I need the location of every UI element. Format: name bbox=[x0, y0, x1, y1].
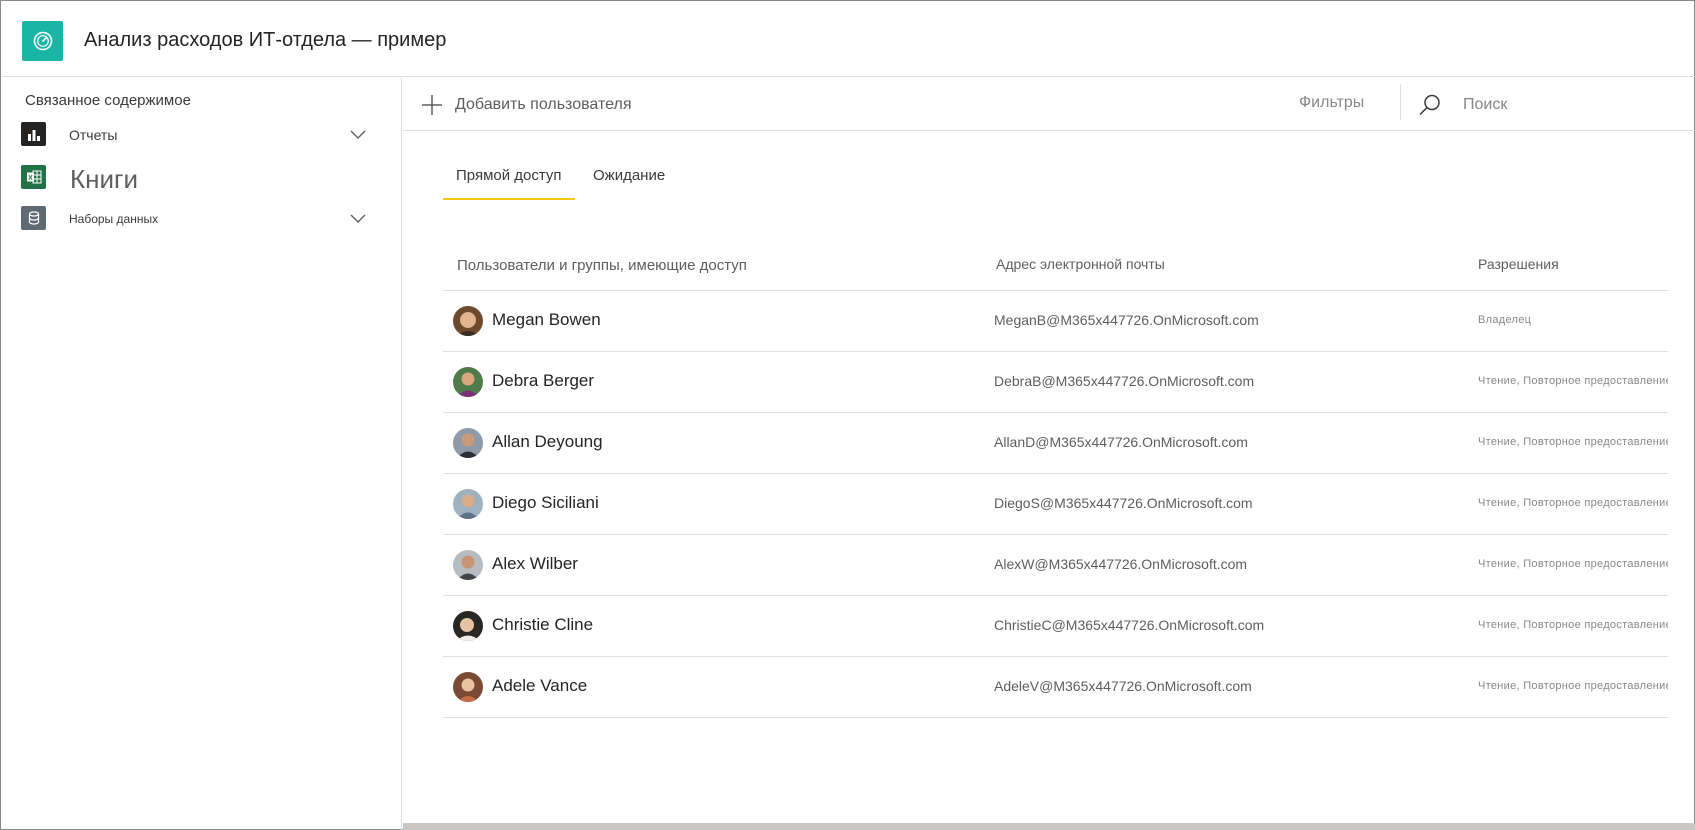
filters-button[interactable]: Фильтры bbox=[1299, 94, 1364, 112]
user-email: ChristieC@M365x447726.OnMicrosoft.com bbox=[994, 617, 1265, 633]
add-user-button[interactable]: Добавить пользователя bbox=[421, 91, 631, 119]
user-email: AdeleV@M365x447726.OnMicrosoft.com bbox=[994, 678, 1252, 694]
table-row[interactable]: Christie Cline ChristieC@M365x447726.OnM… bbox=[443, 596, 1668, 657]
table-row[interactable]: Alex Wilber AlexW@M365x447726.OnMicrosof… bbox=[443, 535, 1668, 596]
sidebar-item-reports[interactable]: Отчеты bbox=[21, 119, 381, 149]
table-row[interactable]: Debra Berger DebraB@M365x447726.OnMicros… bbox=[443, 352, 1668, 413]
avatar bbox=[453, 489, 483, 519]
user-email: DebraB@M365x447726.OnMicrosoft.com bbox=[994, 373, 1255, 389]
avatar bbox=[453, 672, 483, 702]
search-input[interactable]: Поиск bbox=[1463, 96, 1507, 114]
avatar bbox=[453, 611, 483, 641]
user-email: DiegoS@M365x447726.OnMicrosoft.com bbox=[994, 495, 1253, 511]
sidebar-item-workbooks[interactable]: X Книги bbox=[21, 162, 381, 194]
user-permissions: Чтение, Повторное предоставление об bbox=[1478, 436, 1668, 448]
user-name: Alex Wilber bbox=[492, 554, 578, 573]
page-title: Анализ расходов ИТ-отдела — пример bbox=[84, 29, 447, 51]
table-row[interactable]: Adele Vance AdeleV@M365x447726.OnMicroso… bbox=[443, 657, 1668, 718]
excel-workbook-icon: X bbox=[21, 165, 46, 189]
horizontal-scrollbar[interactable] bbox=[403, 823, 1695, 830]
related-content-sidebar: Связанное содержимое Отчеты X Книги Набо… bbox=[2, 78, 402, 830]
table-header: Пользователи и группы, имеющие доступ Ад… bbox=[443, 238, 1668, 291]
tab-pending[interactable]: Ожидание bbox=[580, 167, 678, 200]
user-email: AllanD@M365x447726.OnMicrosoft.com bbox=[994, 434, 1248, 450]
column-header-permissions[interactable]: Разрешения bbox=[1478, 256, 1559, 272]
sidebar-item-datasets[interactable]: Наборы данных bbox=[21, 203, 381, 233]
toolbar-divider bbox=[1400, 84, 1401, 120]
search-icon bbox=[1419, 94, 1440, 116]
user-name: Allan Deyoung bbox=[492, 432, 603, 451]
table-row[interactable]: Allan Deyoung AllanD@M365x447726.OnMicro… bbox=[443, 413, 1668, 474]
user-name: Christie Cline bbox=[492, 615, 594, 634]
dataset-icon bbox=[21, 206, 46, 230]
avatar bbox=[453, 367, 483, 397]
add-user-label: Добавить пользователя bbox=[455, 96, 632, 113]
tab-direct-access[interactable]: Прямой доступ bbox=[443, 167, 575, 200]
avatar bbox=[453, 306, 483, 336]
user-permissions: Чтение, Повторное предоставление bbox=[1478, 497, 1668, 509]
toolbar: Добавить пользователя Фильтры Поиск bbox=[403, 78, 1695, 131]
sidebar-heading: Связанное содержимое bbox=[25, 92, 191, 109]
column-header-email[interactable]: Адрес электронной почты bbox=[996, 256, 1165, 272]
gauge-icon[interactable] bbox=[22, 21, 63, 61]
sidebar-item-label: Отчеты bbox=[69, 127, 118, 143]
user-name: Debra Berger bbox=[492, 371, 595, 390]
user-permissions: Чтение, Повторное предоставление bbox=[1478, 558, 1668, 570]
app-window: Анализ расходов ИТ-отдела — пример Связа… bbox=[0, 0, 1695, 830]
report-icon bbox=[21, 122, 46, 146]
access-panel: Добавить пользователя Фильтры Поиск Прям… bbox=[403, 78, 1695, 830]
user-name: Adele Vance bbox=[492, 676, 588, 695]
table-row[interactable]: Diego Siciliani DiegoS@M365x447726.OnMic… bbox=[443, 474, 1668, 535]
sidebar-item-label: Наборы данных bbox=[69, 212, 159, 226]
user-email: MeganB@M365x447726.OnMicrosoft.com bbox=[994, 312, 1259, 328]
user-name: Diego Siciliani bbox=[492, 493, 599, 512]
access-table: Пользователи и группы, имеющие доступ Ад… bbox=[443, 238, 1668, 718]
column-header-users[interactable]: Пользователи и группы, имеющие доступ bbox=[457, 257, 747, 274]
app-header: Анализ расходов ИТ-отдела — пример bbox=[2, 2, 1695, 77]
user-email: AlexW@M365x447726.OnMicrosoft.com bbox=[994, 556, 1248, 572]
user-permissions: Владелец bbox=[1478, 314, 1532, 326]
user-name: Megan Bowen bbox=[492, 310, 601, 329]
table-row[interactable]: Megan Bowen MeganB@M365x447726.OnMicroso… bbox=[443, 291, 1668, 352]
plus-icon bbox=[422, 95, 442, 115]
sidebar-item-label: Книги bbox=[70, 164, 139, 194]
user-permissions: Чтение, Повторное предоставление bbox=[1478, 680, 1668, 692]
search-box[interactable]: Поиск bbox=[1418, 90, 1678, 120]
svg-text:X: X bbox=[28, 175, 33, 182]
user-permissions: Чтение, Повторное предоставление bbox=[1478, 619, 1668, 631]
avatar bbox=[453, 550, 483, 580]
chevron-down-icon[interactable] bbox=[350, 211, 366, 225]
avatar bbox=[453, 428, 483, 458]
user-permissions: Чтение, Повторное предоставление bbox=[1478, 375, 1668, 387]
chevron-down-icon[interactable] bbox=[350, 127, 366, 141]
